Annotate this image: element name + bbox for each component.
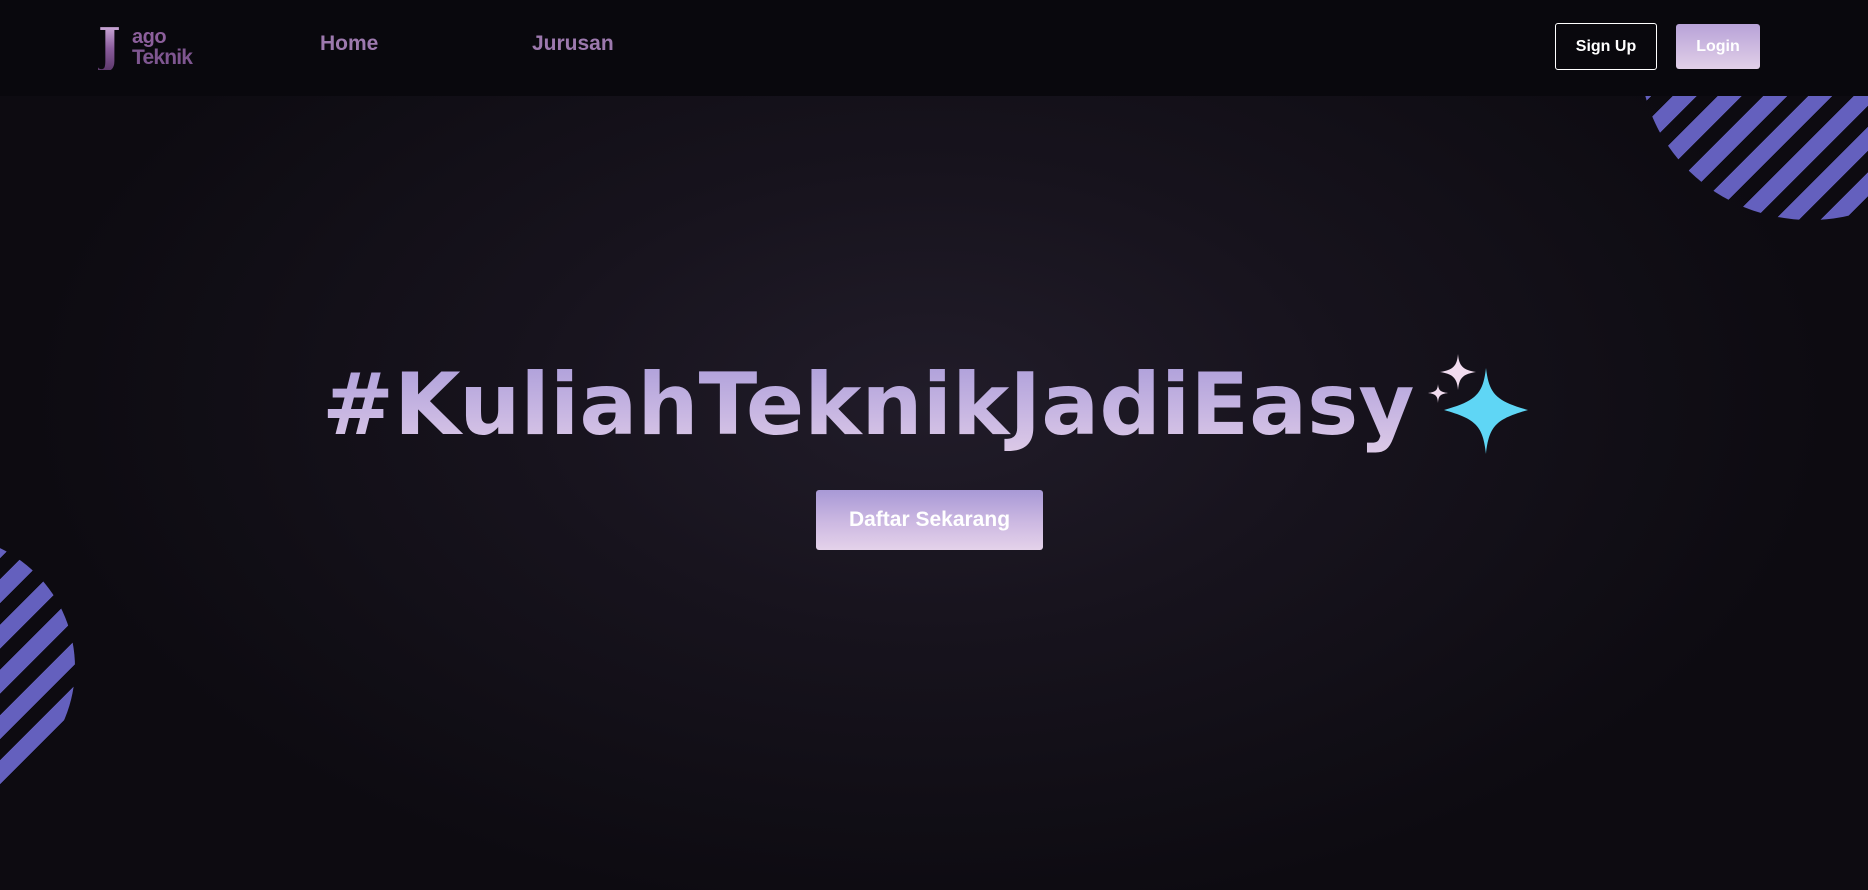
nav-link-jurusan[interactable]: Jurusan xyxy=(532,32,614,56)
logo-letter-j: J xyxy=(98,18,121,74)
sparkle-medium xyxy=(1440,354,1476,390)
hero-title: #KuliahTeknikJadiEasy xyxy=(322,350,1442,460)
nav-link-home[interactable]: Home xyxy=(320,32,378,56)
login-button[interactable]: Login xyxy=(1676,24,1760,69)
signup-button[interactable]: Sign Up xyxy=(1555,23,1657,70)
sparkle-small xyxy=(1428,384,1448,403)
striped-circle-decoration-bottom xyxy=(0,535,75,800)
sparkles-icon xyxy=(1428,354,1528,454)
daftar-sekarang-button[interactable]: Daftar Sekarang xyxy=(816,490,1043,550)
logo-text-bottom: Teknik xyxy=(132,46,193,69)
page: J ago Teknik Home Jurusan Sign Up Login … xyxy=(0,0,1868,890)
jago-teknik-logo[interactable]: J ago Teknik xyxy=(98,22,198,72)
navbar: J ago Teknik Home Jurusan Sign Up Login xyxy=(0,0,1868,96)
